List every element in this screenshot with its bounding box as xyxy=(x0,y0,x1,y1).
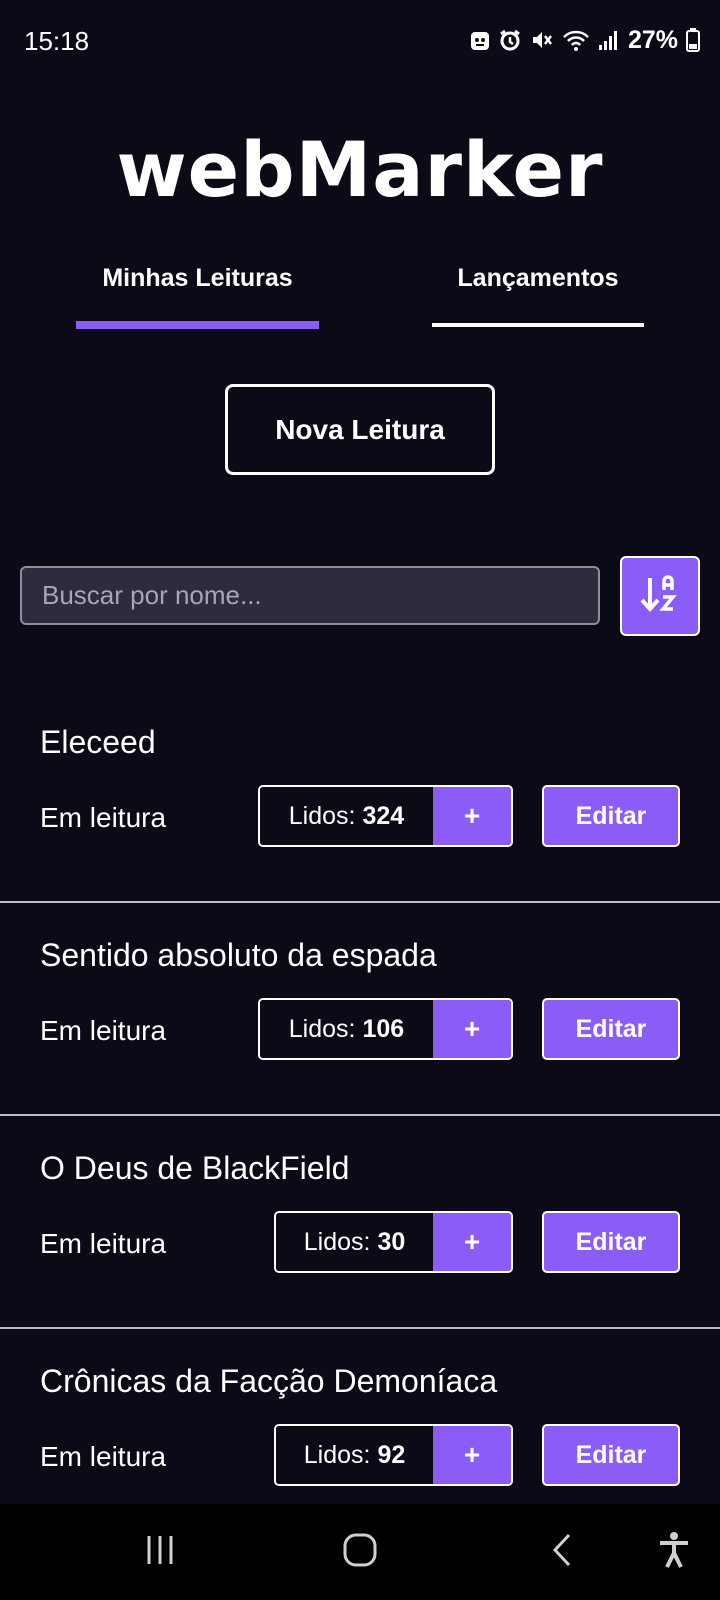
counter-value: 106 xyxy=(362,1014,405,1043)
item-title: Eleceed xyxy=(40,724,156,760)
edit-button[interactable]: Editar xyxy=(542,1211,680,1273)
edit-button[interactable]: Editar xyxy=(542,1424,680,1486)
counter-label-text: Lidos: xyxy=(288,1014,356,1043)
sort-az-icon xyxy=(638,572,682,621)
reading-list: Eleceed Em leitura Lidos: 324 + Editar Se… xyxy=(0,690,720,1542)
item-title: Sentido absoluto da espada xyxy=(40,937,437,973)
battery-icon xyxy=(686,28,700,52)
item-status: Em leitura xyxy=(40,1441,167,1472)
home-icon xyxy=(342,1532,378,1573)
app-logo: webMarker xyxy=(116,125,604,214)
search-input[interactable] xyxy=(20,566,600,625)
item-title: Crônicas da Facção Demoníaca xyxy=(40,1363,498,1399)
recents-button[interactable] xyxy=(132,1524,188,1580)
increment-button[interactable]: + xyxy=(433,1213,511,1271)
nova-leitura-button[interactable]: Nova Leitura xyxy=(225,384,495,475)
item-status: Em leitura xyxy=(40,1228,167,1259)
counter-label: Lidos: 30 xyxy=(276,1213,433,1271)
counter-label-text: Lidos: xyxy=(303,1227,371,1256)
accessibility-button[interactable] xyxy=(646,1524,702,1580)
increment-button[interactable]: + xyxy=(433,1000,511,1058)
wifi-icon xyxy=(562,28,590,52)
increment-button[interactable]: + xyxy=(433,1426,511,1484)
tab-active-indicator xyxy=(76,321,319,329)
edit-button[interactable]: Editar xyxy=(542,785,680,847)
signal-icon xyxy=(598,29,618,51)
read-counter: Lidos: 30 + xyxy=(274,1211,513,1273)
tab-label: Lançamentos xyxy=(457,264,619,292)
app-screen: 15:18 27% webMarker Minhas Leituras Lanç… xyxy=(0,0,720,1600)
battery-percent: 27% xyxy=(627,25,678,54)
read-counter: Lidos: 106 + xyxy=(258,998,513,1060)
tab-minhas-leituras[interactable]: Minhas Leituras xyxy=(76,258,319,329)
accessibility-icon xyxy=(658,1531,690,1574)
counter-label-text: Lidos: xyxy=(288,801,356,830)
counter-value: 30 xyxy=(377,1227,406,1256)
increment-button[interactable]: + xyxy=(433,787,511,845)
back-icon xyxy=(549,1532,575,1573)
status-time: 15:18 xyxy=(24,26,90,56)
edit-button[interactable]: Editar xyxy=(542,998,680,1060)
item-status: Em leitura xyxy=(40,802,167,833)
read-counter: Lidos: 324 + xyxy=(258,785,513,847)
tab-lancamentos[interactable]: Lançamentos xyxy=(432,258,644,327)
status-bar: 15:18 27% xyxy=(0,0,720,82)
mute-icon xyxy=(530,28,554,52)
counter-value: 92 xyxy=(377,1440,406,1469)
item-title: O Deus de BlackField xyxy=(40,1150,350,1186)
list-item: Eleceed Em leitura Lidos: 324 + Editar xyxy=(0,690,720,903)
counter-label: Lidos: 92 xyxy=(276,1426,433,1484)
item-status: Em leitura xyxy=(40,1015,167,1046)
read-counter: Lidos: 92 + xyxy=(274,1424,513,1486)
list-item: Sentido absoluto da espada Em leitura Li… xyxy=(0,903,720,1116)
counter-label-text: Lidos: xyxy=(303,1440,371,1469)
counter-label: Lidos: 324 xyxy=(260,787,433,845)
list-item: O Deus de BlackField Em leitura Lidos: 30… xyxy=(0,1116,720,1329)
alarm-icon xyxy=(498,28,522,52)
tab-indicator xyxy=(432,323,644,327)
home-button[interactable] xyxy=(332,1524,388,1580)
system-nav-bar xyxy=(0,1504,720,1600)
sort-button[interactable] xyxy=(620,556,700,636)
status-icons: 27% xyxy=(470,25,700,55)
counter-value: 324 xyxy=(362,801,405,830)
recents-icon xyxy=(143,1534,177,1571)
counter-label: Lidos: 106 xyxy=(260,1000,433,1058)
back-button[interactable] xyxy=(534,1524,590,1580)
tab-label: Minhas Leituras xyxy=(102,264,293,292)
android-debug-icon xyxy=(470,29,490,51)
